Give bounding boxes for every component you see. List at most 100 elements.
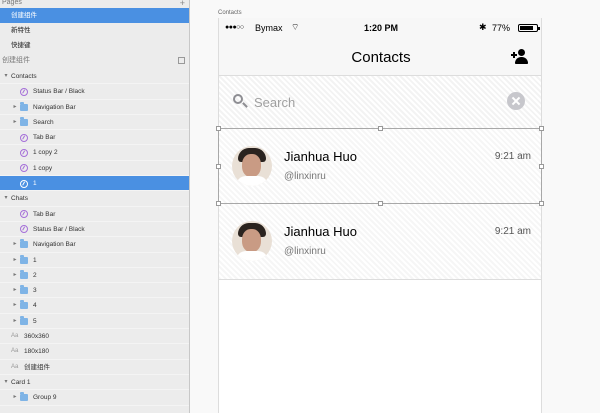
layer-label: 2: [33, 271, 37, 279]
status-bar: ●●●○○ Bymax ⌔ 1:20 PM ✱ 77%: [219, 18, 541, 38]
add-contact-icon[interactable]: [511, 49, 531, 65]
layer-row[interactable]: ▾ Chats: [0, 191, 189, 207]
layer-row[interactable]: Aa 创建组件: [0, 360, 189, 375]
layer-label: Chats: [11, 195, 28, 203]
symbol-icon: [20, 148, 28, 157]
symbol-icon: [20, 164, 28, 173]
layer-row[interactable]: ▸ 1: [0, 253, 189, 268]
folder-icon: [20, 300, 28, 310]
symbol-icon: [20, 179, 28, 188]
bluetooth-icon: ✱: [479, 22, 487, 32]
layer-label: 1 copy: [33, 164, 53, 172]
text-layer-icon: Aa: [11, 363, 19, 370]
folder-icon: [20, 269, 28, 279]
layer-row[interactable]: Aa 360x360: [0, 329, 189, 345]
contact-name: Jianhua Huo: [284, 224, 357, 239]
layer-label: 1: [33, 256, 37, 264]
symbol-icon: [20, 87, 28, 96]
search-input[interactable]: [254, 91, 494, 113]
layer-label: 5: [33, 317, 37, 325]
folder-icon: [20, 254, 28, 264]
layer-label: Status Bar / Black: [33, 225, 85, 233]
layer-row[interactable]: Aa 180x180: [0, 344, 189, 360]
layers-list: ▾ Contacts Status Bar / Black ▸ Navigation B…: [0, 69, 189, 406]
contact-handle: @linxinru: [284, 171, 326, 182]
page-item-new-features[interactable]: 新特性: [0, 23, 189, 38]
chevron-right-icon[interactable]: ▸: [11, 253, 19, 268]
search-bar: [219, 76, 541, 128]
layer-row[interactable]: ▸ 3: [0, 283, 189, 299]
layer-row[interactable]: Status Bar / Black: [0, 222, 189, 238]
avatar: [232, 221, 272, 261]
pages-list: 创建组件 新特性 快捷键: [0, 8, 189, 53]
layer-label: Navigation Bar: [33, 103, 76, 111]
search-icon: [233, 94, 249, 110]
contact-row[interactable]: Jianhua Huo @linxinru 9:21 am: [219, 204, 541, 280]
layer-row[interactable]: ▸ Search: [0, 115, 189, 131]
layer-label: Card 1: [11, 378, 31, 386]
artboard-contacts[interactable]: ●●●○○ Bymax ⌔ 1:20 PM ✱ 77% Contacts Jia…: [218, 18, 542, 413]
layer-label: Contacts: [11, 73, 37, 80]
layer-row[interactable]: ▸ Navigation Bar: [0, 237, 189, 253]
symbol-icon: [20, 133, 28, 142]
layer-row[interactable]: ▾ Contacts: [0, 69, 189, 85]
chevron-right-icon[interactable]: ▸: [11, 100, 19, 115]
symbol-icon: [20, 210, 28, 219]
export-icon[interactable]: [178, 57, 185, 64]
layer-label: 4: [33, 302, 37, 310]
contact-name: Jianhua Huo: [284, 149, 357, 164]
layer-row[interactable]: Tab Bar: [0, 130, 189, 146]
chevron-right-icon[interactable]: ▸: [11, 115, 19, 130]
chevron-right-icon[interactable]: ▸: [11, 298, 19, 313]
layer-row[interactable]: ▸ 5: [0, 314, 189, 330]
contact-time: 9:21 am: [494, 226, 531, 237]
add-page-icon[interactable]: +: [180, 0, 185, 8]
folder-icon: [20, 392, 28, 402]
layer-label: 3: [33, 287, 37, 295]
chevron-right-icon[interactable]: ▸: [11, 237, 19, 252]
layer-label: 1 copy 2: [33, 149, 58, 157]
layer-label: Search: [33, 118, 54, 126]
chevron-right-icon[interactable]: ▸: [11, 268, 19, 283]
page-item-create-component[interactable]: 创建组件: [0, 8, 189, 23]
layer-row[interactable]: 1 copy 2: [0, 145, 189, 161]
layers-header: 创建组件: [2, 57, 30, 64]
folder-icon: [20, 116, 28, 126]
layer-label: 创建组件: [24, 363, 50, 371]
layer-row[interactable]: ▸ Navigation Bar: [0, 100, 189, 115]
layer-row[interactable]: 1 copy: [0, 161, 189, 177]
layer-row[interactable]: Tab Bar: [0, 207, 189, 222]
text-layer-icon: Aa: [11, 333, 19, 340]
layer-label: 360x360: [24, 333, 49, 341]
layer-row[interactable]: ▸ 2: [0, 268, 189, 284]
layer-label: Status Bar / Black: [33, 88, 85, 96]
chevron-right-icon[interactable]: ▸: [11, 283, 19, 298]
chevron-down-icon[interactable]: ▾: [2, 375, 10, 390]
folder-icon: [20, 285, 28, 295]
symbol-icon: [20, 225, 28, 234]
canvas[interactable]: Contacts ●●●○○ Bymax ⌔ 1:20 PM ✱ 77% Con…: [190, 0, 600, 413]
layer-row[interactable]: ▸ Group 9: [0, 390, 189, 406]
layer-row[interactable]: ▾ Card 1: [0, 375, 189, 391]
contact-time: 9:21 am: [494, 151, 531, 162]
battery-percent: 77%: [492, 23, 511, 33]
contact-handle: @linxinru: [284, 246, 326, 257]
contact-row[interactable]: Jianhua Huo @linxinru 9:21 am: [219, 128, 541, 204]
battery-icon: [518, 24, 540, 32]
clear-search-icon[interactable]: [507, 92, 525, 110]
layer-row[interactable]: Status Bar / Black: [0, 84, 189, 100]
layer-row[interactable]: ▸ 4: [0, 298, 189, 314]
folder-icon: [20, 315, 28, 325]
chevron-down-icon[interactable]: ▾: [2, 191, 10, 206]
layer-row[interactable]: 1: [0, 176, 189, 192]
avatar: [232, 146, 272, 186]
chevron-right-icon[interactable]: ▸: [11, 314, 19, 329]
page-item-shortcuts[interactable]: 快捷键: [0, 38, 189, 53]
layer-label: Tab Bar: [33, 134, 56, 142]
chevron-down-icon[interactable]: ▾: [2, 69, 10, 84]
chevron-right-icon[interactable]: ▸: [11, 390, 19, 405]
layer-label: Group 9: [33, 394, 57, 402]
artboard-label[interactable]: Contacts: [218, 10, 242, 16]
folder-icon: [20, 239, 28, 249]
folder-icon: [20, 101, 28, 111]
